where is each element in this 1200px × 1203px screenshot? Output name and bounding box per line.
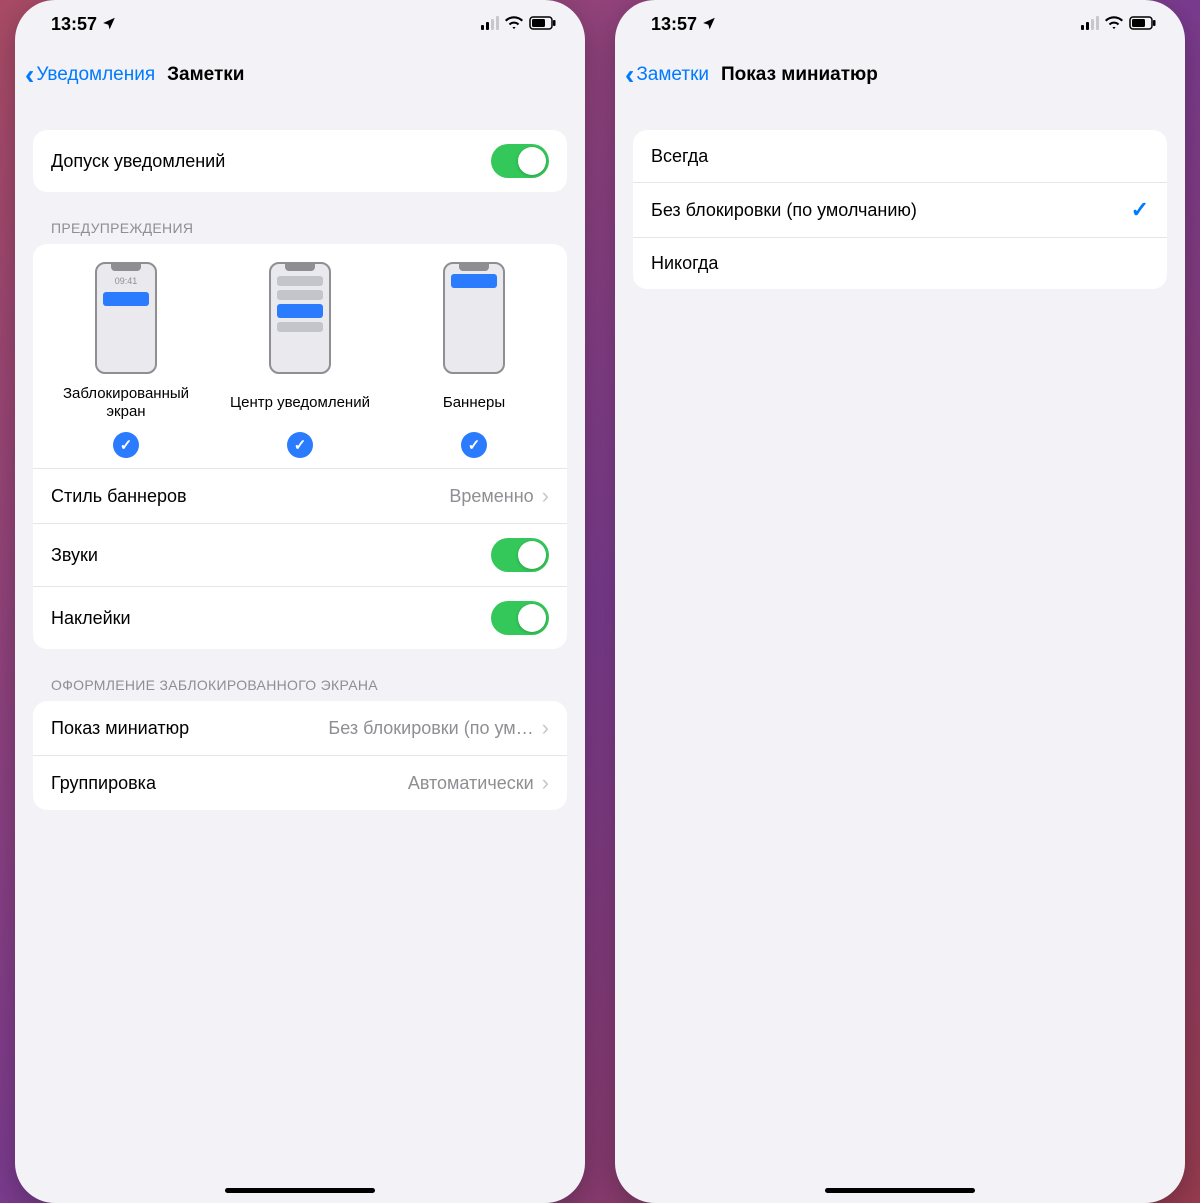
wifi-icon: [505, 14, 523, 35]
nav-header: ‹ Заметки Показ миниатюр: [615, 48, 1185, 102]
alerts-group: 09:41 Заблокированный экран ✓ Центр увед: [33, 244, 567, 649]
notifcenter-device-icon: [269, 262, 331, 374]
sounds-label: Звуки: [51, 545, 98, 566]
banner-style-row[interactable]: Стиль баннеров Временно ›: [33, 468, 567, 523]
option-never[interactable]: Никогда: [633, 237, 1167, 289]
banner-style-value: Временно: [449, 486, 533, 507]
lockscreen-preview-time: 09:41: [97, 276, 155, 286]
sounds-toggle[interactable]: [491, 538, 549, 572]
banner-style-label: Стиль баннеров: [51, 486, 187, 507]
status-time: 13:57: [51, 14, 97, 34]
show-previews-value: Без блокировки (по ум…: [328, 718, 533, 739]
back-button[interactable]: ‹ Уведомления: [25, 61, 155, 89]
preview-banners-check[interactable]: ✓: [461, 432, 487, 458]
preview-notifcenter[interactable]: Центр уведомлений ✓: [230, 262, 370, 458]
chevron-left-icon: ‹: [625, 61, 634, 89]
grouping-row[interactable]: Группировка Автоматически ›: [33, 755, 567, 810]
show-previews-label: Показ миниатюр: [51, 718, 189, 739]
option-never-label: Никогда: [651, 253, 718, 274]
phone-right: 13:57 ‹ Заметки Показ миниатюр Всегда: [615, 0, 1185, 1203]
allow-group: Допуск уведомлений: [33, 130, 567, 192]
location-icon: [102, 14, 116, 35]
cellular-signal-icon: [481, 18, 499, 30]
location-icon: [702, 14, 716, 35]
status-time-group: 13:57: [51, 14, 116, 35]
badges-label: Наклейки: [51, 608, 131, 629]
checkmark-icon: ✓: [1131, 197, 1149, 223]
preview-lockscreen-label: Заблокированный экран: [56, 384, 196, 422]
content: Допуск уведомлений ПРЕДУПРЕЖДЕНИЯ 09:41 …: [15, 102, 585, 1203]
page-title: Показ миниатюр: [721, 64, 878, 86]
content: Всегда Без блокировки (по умолчанию) ✓ Н…: [615, 102, 1185, 1203]
status-bar: 13:57: [15, 0, 585, 48]
badges-row[interactable]: Наклейки: [33, 586, 567, 649]
back-button[interactable]: ‹ Заметки: [625, 61, 709, 89]
battery-icon: [529, 14, 557, 35]
home-indicator[interactable]: [825, 1188, 975, 1193]
page-title: Заметки: [167, 64, 244, 86]
preview-notifcenter-check[interactable]: ✓: [287, 432, 313, 458]
option-unlocked-label: Без блокировки (по умолчанию): [651, 200, 917, 221]
preview-lockscreen-check[interactable]: ✓: [113, 432, 139, 458]
status-time: 13:57: [651, 14, 697, 34]
badges-toggle[interactable]: [491, 601, 549, 635]
chevron-right-icon: ›: [542, 770, 549, 796]
phone-left: 13:57 ‹ Уведомления Заметки Допуск уведо…: [15, 0, 585, 1203]
wifi-icon: [1105, 14, 1123, 35]
status-right: [481, 14, 557, 35]
nav-header: ‹ Уведомления Заметки: [15, 48, 585, 102]
show-previews-row[interactable]: Показ миниатюр Без блокировки (по ум… ›: [33, 701, 567, 755]
preview-banners-label: Баннеры: [443, 384, 505, 422]
preview-lockscreen[interactable]: 09:41 Заблокированный экран ✓: [56, 262, 196, 458]
allow-label: Допуск уведомлений: [51, 151, 225, 172]
status-time-group: 13:57: [651, 14, 716, 35]
allow-notifications-row[interactable]: Допуск уведомлений: [33, 130, 567, 192]
sounds-row[interactable]: Звуки: [33, 523, 567, 586]
preview-notifcenter-label: Центр уведомлений: [230, 384, 370, 422]
alerts-section-header: ПРЕДУПРЕЖДЕНИЯ: [33, 192, 567, 244]
allow-toggle[interactable]: [491, 144, 549, 178]
lockscreen-group: Показ миниатюр Без блокировки (по ум… › …: [33, 701, 567, 810]
grouping-value: Автоматически: [408, 773, 534, 794]
alert-previews: 09:41 Заблокированный экран ✓ Центр увед: [33, 244, 567, 468]
status-bar: 13:57: [615, 0, 1185, 48]
lockscreen-section-header: ОФОРМЛЕНИЕ ЗАБЛОКИРОВАННОГО ЭКРАНА: [33, 649, 567, 701]
option-unlocked[interactable]: Без блокировки (по умолчанию) ✓: [633, 182, 1167, 237]
chevron-left-icon: ‹: [25, 61, 34, 89]
cellular-signal-icon: [1081, 18, 1099, 30]
option-always-label: Всегда: [651, 146, 708, 167]
banners-device-icon: [443, 262, 505, 374]
grouping-label: Группировка: [51, 773, 156, 794]
chevron-right-icon: ›: [542, 483, 549, 509]
home-indicator[interactable]: [225, 1188, 375, 1193]
preview-banners[interactable]: Баннеры ✓: [404, 262, 544, 458]
chevron-right-icon: ›: [542, 715, 549, 741]
battery-icon: [1129, 14, 1157, 35]
lockscreen-device-icon: 09:41: [95, 262, 157, 374]
preview-options-group: Всегда Без блокировки (по умолчанию) ✓ Н…: [633, 130, 1167, 289]
back-label: Заметки: [636, 64, 709, 86]
back-label: Уведомления: [36, 64, 155, 86]
status-right: [1081, 14, 1157, 35]
option-always[interactable]: Всегда: [633, 130, 1167, 182]
